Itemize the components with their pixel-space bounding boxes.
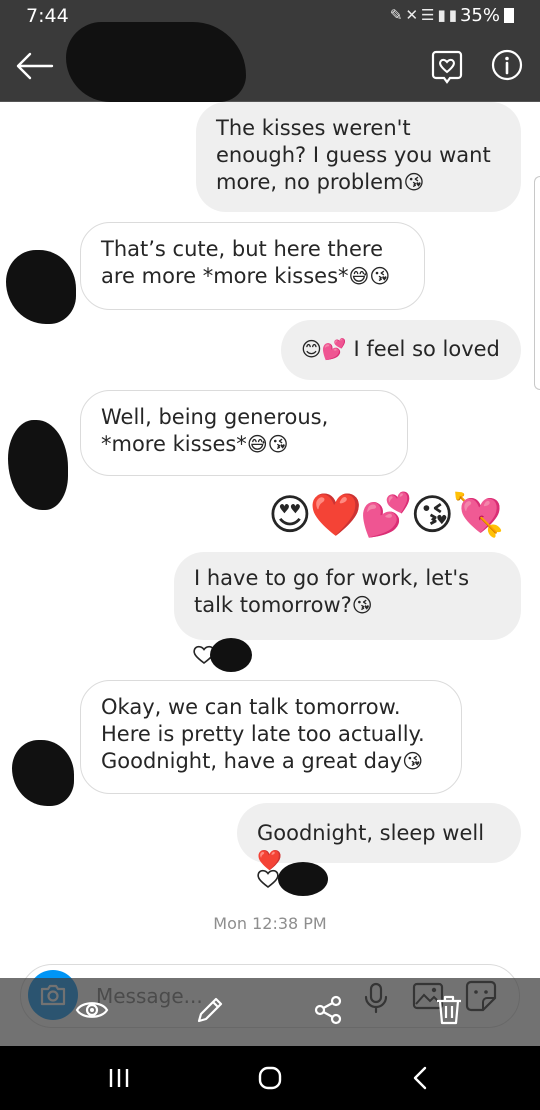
avatar[interactable] — [8, 420, 68, 510]
message-text: Well, being generous, *more kisses* — [101, 405, 329, 456]
message-emoji: 😘 — [403, 170, 425, 194]
pencil-icon[interactable] — [192, 992, 228, 1028]
message-bubble-outgoing[interactable]: Goodnight, sleep well❤️ — [237, 803, 521, 872]
message-bubble-incoming[interactable]: That’s cute, but here there are more *mo… — [80, 222, 425, 310]
eye-icon[interactable] — [74, 992, 110, 1028]
message-emoji: 😅😘 — [246, 432, 289, 456]
heart-bubble-icon[interactable] — [430, 48, 464, 84]
message-emoji: 😘 — [402, 749, 424, 773]
back-arrow-icon[interactable] — [14, 50, 54, 82]
message-reaction[interactable] — [256, 862, 328, 900]
chat-header — [0, 22, 540, 102]
home-icon[interactable] — [255, 1064, 285, 1092]
emoji-message[interactable]: 😍❤️💕😘💘 — [268, 490, 504, 540]
message-bubble-outgoing[interactable]: The kisses weren't enough? I guess you w… — [196, 102, 521, 212]
message-emoji: 😊💕 — [301, 337, 347, 361]
status-time: 7:44 — [26, 5, 69, 27]
message-emoji: 😅😘 — [348, 264, 391, 288]
message-text: The kisses weren't enough? I guess you w… — [216, 116, 491, 194]
back-nav-icon[interactable] — [406, 1064, 436, 1092]
scroll-indicator[interactable] — [534, 176, 540, 390]
reactor-avatar-redacted — [278, 862, 328, 896]
message-emoji: 😘 — [351, 593, 373, 617]
message-bubble-incoming[interactable]: Well, being generous, *more kisses*😅😘 — [80, 390, 408, 476]
recent-apps-icon[interactable] — [104, 1064, 134, 1092]
battery-level: 35% — [460, 5, 514, 26]
contact-name-redacted[interactable] — [66, 22, 246, 102]
info-icon[interactable] — [490, 48, 524, 82]
message-text: I have to go for work, let's talk tomorr… — [194, 566, 470, 617]
message-bubble-outgoing[interactable]: I have to go for work, let's talk tomorr… — [174, 552, 521, 640]
message-bubble-incoming[interactable]: Okay, we can talk tomorrow. Here is pret… — [80, 680, 462, 794]
message-bubble-outgoing[interactable]: 😊💕 I feel so loved — [281, 320, 521, 380]
status-icons: ✎✕☰▮▮ — [389, 6, 460, 24]
heart-reaction-icon — [257, 869, 279, 888]
system-navigation-bar — [0, 1046, 540, 1110]
message-text: I feel so loved — [353, 337, 500, 361]
message-text: That’s cute, but here there are more *mo… — [101, 237, 383, 288]
message-text: Goodnight, sleep well — [257, 821, 485, 845]
message-timestamp: Mon 12:38 PM — [213, 914, 327, 933]
avatar[interactable] — [12, 740, 74, 806]
message-reaction[interactable] — [192, 638, 256, 674]
battery-icon — [504, 8, 514, 23]
message-text: Okay, we can talk tomorrow. Here is pret… — [101, 695, 425, 773]
avatar[interactable] — [6, 250, 76, 324]
share-icon[interactable] — [310, 992, 346, 1028]
trash-icon[interactable] — [431, 992, 467, 1028]
reactor-avatar-redacted — [210, 638, 252, 672]
media-action-bar — [0, 978, 540, 1046]
